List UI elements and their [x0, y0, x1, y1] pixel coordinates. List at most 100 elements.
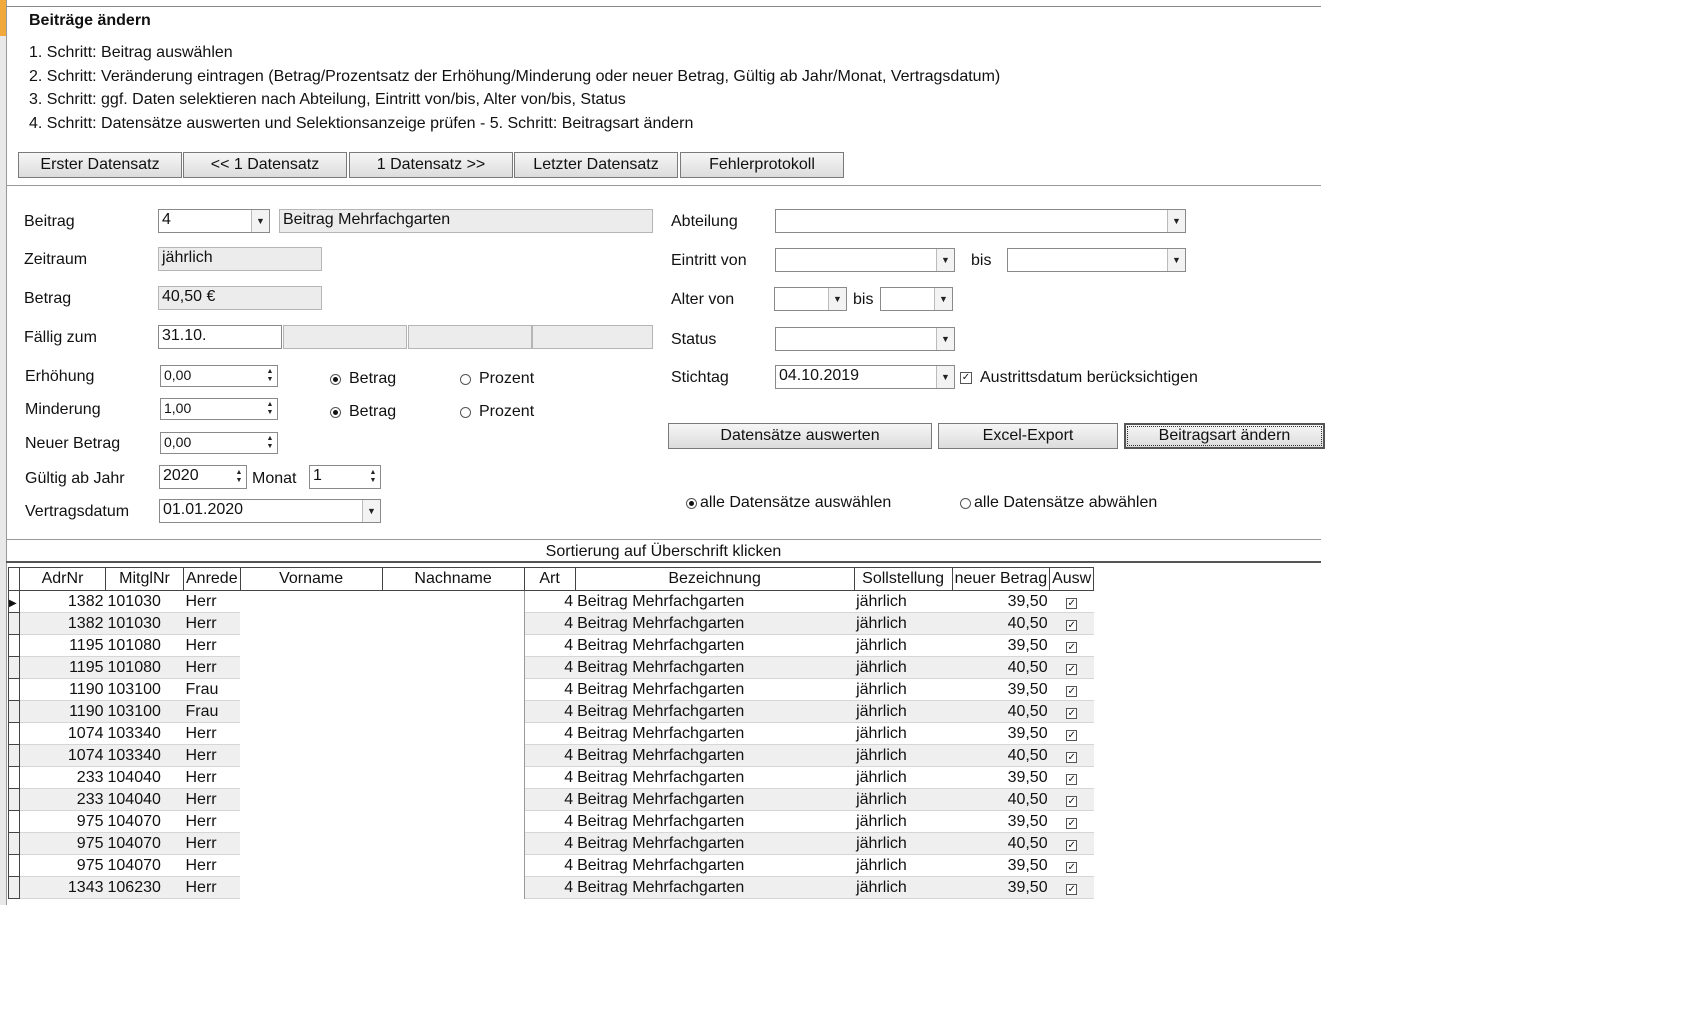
- faellig-field-1[interactable]: 31.10.: [158, 325, 282, 349]
- anrede-cell[interactable]: Herr: [183, 876, 241, 899]
- table-row[interactable]: 1195 101080 Herr 4 Beitrag Mehrfachgarten jäh…: [8, 634, 1094, 657]
- vorname-cell[interactable]: [240, 854, 383, 877]
- column-header[interactable]: MitglNr: [105, 567, 184, 591]
- vorname-cell[interactable]: [240, 876, 383, 899]
- eintritt-bis-picker[interactable]: ▼: [1007, 248, 1186, 272]
- adrnr-cell[interactable]: 975: [19, 810, 106, 833]
- sollstellung-cell[interactable]: jährlich: [854, 656, 953, 679]
- art-cell[interactable]: 4: [524, 634, 576, 657]
- nachname-cell[interactable]: [382, 832, 525, 855]
- bezeichnung-cell[interactable]: Beitrag Mehrfachgarten: [575, 744, 855, 767]
- bezeichnung-cell[interactable]: Beitrag Mehrfachgarten: [575, 788, 855, 811]
- row-indicator[interactable]: [8, 810, 20, 833]
- column-header[interactable]: Vorname: [239, 567, 383, 591]
- chevron-down-icon[interactable]: ▼: [936, 328, 954, 350]
- beitrag-select[interactable]: 4 ▼: [158, 209, 270, 233]
- next-record-button[interactable]: 1 Datensatz >>: [349, 152, 513, 178]
- art-cell[interactable]: 4: [524, 612, 576, 635]
- table-row[interactable]: 1195 101080 Herr 4 Beitrag Mehrfachgarten jäh…: [8, 656, 1094, 679]
- neuer-betrag-cell[interactable]: 39,50: [952, 876, 1050, 899]
- bezeichnung-cell[interactable]: Beitrag Mehrfachgarten: [575, 634, 855, 657]
- mitglnr-cell[interactable]: 106230: [105, 876, 184, 899]
- adrnr-cell[interactable]: 1382: [19, 612, 106, 635]
- mitglnr-cell[interactable]: 103340: [105, 744, 184, 767]
- vorname-cell[interactable]: [240, 612, 383, 635]
- nachname-cell[interactable]: [382, 612, 525, 635]
- radio-selected-icon[interactable]: [330, 406, 341, 418]
- radio-selected-icon[interactable]: [330, 373, 341, 385]
- sollstellung-cell[interactable]: jährlich: [854, 634, 953, 657]
- radio-unselected-icon[interactable]: [960, 497, 971, 509]
- row-indicator[interactable]: [8, 832, 20, 855]
- column-header[interactable]: Art: [523, 567, 576, 591]
- sollstellung-cell[interactable]: jährlich: [854, 590, 953, 613]
- spin-arrows-icon[interactable]: ▲ ▼: [263, 399, 277, 419]
- anrede-cell[interactable]: Herr: [183, 722, 241, 745]
- adrnr-cell[interactable]: 1343: [19, 876, 106, 899]
- adrnr-cell[interactable]: 1195: [19, 634, 106, 657]
- row-indicator[interactable]: [8, 656, 20, 679]
- checkmark-icon[interactable]: ✓: [960, 372, 972, 384]
- status-select[interactable]: ▼: [775, 327, 955, 351]
- faellig-field-4[interactable]: [532, 325, 653, 349]
- mitglnr-cell[interactable]: 101030: [105, 612, 184, 635]
- checkmark-icon[interactable]: ✓: [1066, 773, 1078, 785]
- checkmark-icon[interactable]: ✓: [1066, 817, 1078, 829]
- table-row[interactable]: 1190 103100 Frau 4 Beitrag Mehrfachgarten jäh…: [8, 700, 1094, 723]
- neuer-betrag-cell[interactable]: 40,50: [952, 832, 1050, 855]
- row-indicator[interactable]: [8, 766, 20, 789]
- art-cell[interactable]: 4: [524, 656, 576, 679]
- table-row[interactable]: 1074 103340 Herr 4 Beitrag Mehrfachgarten jäh…: [8, 722, 1094, 745]
- neuer-betrag-cell[interactable]: 40,50: [952, 744, 1050, 767]
- bezeichnung-cell[interactable]: Beitrag Mehrfachgarten: [575, 678, 855, 701]
- column-header[interactable]: Nachname: [381, 567, 525, 591]
- monat-stepper[interactable]: 1 ▲ ▼: [309, 465, 381, 489]
- ausw-cell[interactable]: ✓: [1049, 854, 1094, 877]
- art-cell[interactable]: 4: [524, 678, 576, 701]
- spin-arrows-icon[interactable]: ▲ ▼: [232, 466, 246, 488]
- column-header[interactable]: Ausw: [1049, 567, 1095, 591]
- neuer-betrag-cell[interactable]: 40,50: [952, 700, 1050, 723]
- abteilung-select[interactable]: ▼: [775, 209, 1186, 233]
- sollstellung-cell[interactable]: jährlich: [854, 766, 953, 789]
- bezeichnung-cell[interactable]: Beitrag Mehrfachgarten: [575, 612, 855, 635]
- mitglnr-cell[interactable]: 104070: [105, 832, 184, 855]
- neuer-betrag-cell[interactable]: 40,50: [952, 788, 1050, 811]
- table-row[interactable]: 1190 103100 Frau 4 Beitrag Mehrfachgarten jäh…: [8, 678, 1094, 701]
- art-cell[interactable]: 4: [524, 700, 576, 723]
- neuer-betrag-cell[interactable]: 40,50: [952, 656, 1050, 679]
- sollstellung-cell[interactable]: jährlich: [854, 832, 953, 855]
- neuer-betrag-cell[interactable]: 39,50: [952, 810, 1050, 833]
- alter-bis-select[interactable]: ▼: [880, 287, 953, 311]
- previous-record-button[interactable]: << 1 Datensatz: [183, 152, 347, 178]
- nachname-cell[interactable]: [382, 766, 525, 789]
- art-cell[interactable]: 4: [524, 590, 576, 613]
- row-indicator[interactable]: [8, 678, 20, 701]
- bezeichnung-cell[interactable]: Beitrag Mehrfachgarten: [575, 832, 855, 855]
- ausw-cell[interactable]: ✓: [1049, 700, 1094, 723]
- mitglnr-cell[interactable]: 104040: [105, 788, 184, 811]
- ausw-cell[interactable]: ✓: [1049, 810, 1094, 833]
- row-indicator[interactable]: [8, 634, 20, 657]
- vorname-cell[interactable]: [240, 656, 383, 679]
- bezeichnung-cell[interactable]: Beitrag Mehrfachgarten: [575, 656, 855, 679]
- checkmark-icon[interactable]: ✓: [1066, 729, 1078, 741]
- adrnr-cell[interactable]: 975: [19, 832, 106, 855]
- nachname-cell[interactable]: [382, 590, 525, 613]
- ausw-cell[interactable]: ✓: [1049, 612, 1094, 635]
- anrede-cell[interactable]: Herr: [183, 656, 241, 679]
- austritt-checkbox[interactable]: ✓ Austrittsdatum berücksichtigen: [960, 369, 1198, 387]
- checkmark-icon[interactable]: ✓: [1066, 883, 1078, 895]
- art-cell[interactable]: 4: [524, 766, 576, 789]
- nachname-cell[interactable]: [382, 656, 525, 679]
- anrede-cell[interactable]: Herr: [183, 854, 241, 877]
- nachname-cell[interactable]: [382, 810, 525, 833]
- column-header[interactable]: Sollstellung: [853, 567, 953, 591]
- table-row[interactable]: 233 104040 Herr 4 Beitrag Mehrfachgarten jähr…: [8, 766, 1094, 789]
- bezeichnung-cell[interactable]: Beitrag Mehrfachgarten: [575, 722, 855, 745]
- sollstellung-cell[interactable]: jährlich: [854, 810, 953, 833]
- mitglnr-cell[interactable]: 103340: [105, 722, 184, 745]
- table-row[interactable]: ▶ 1382 101030 Herr 4 Beitrag Mehrfachgarten jä…: [8, 590, 1094, 613]
- neuer-betrag-cell[interactable]: 39,50: [952, 722, 1050, 745]
- adrnr-cell[interactable]: 1382: [19, 590, 106, 613]
